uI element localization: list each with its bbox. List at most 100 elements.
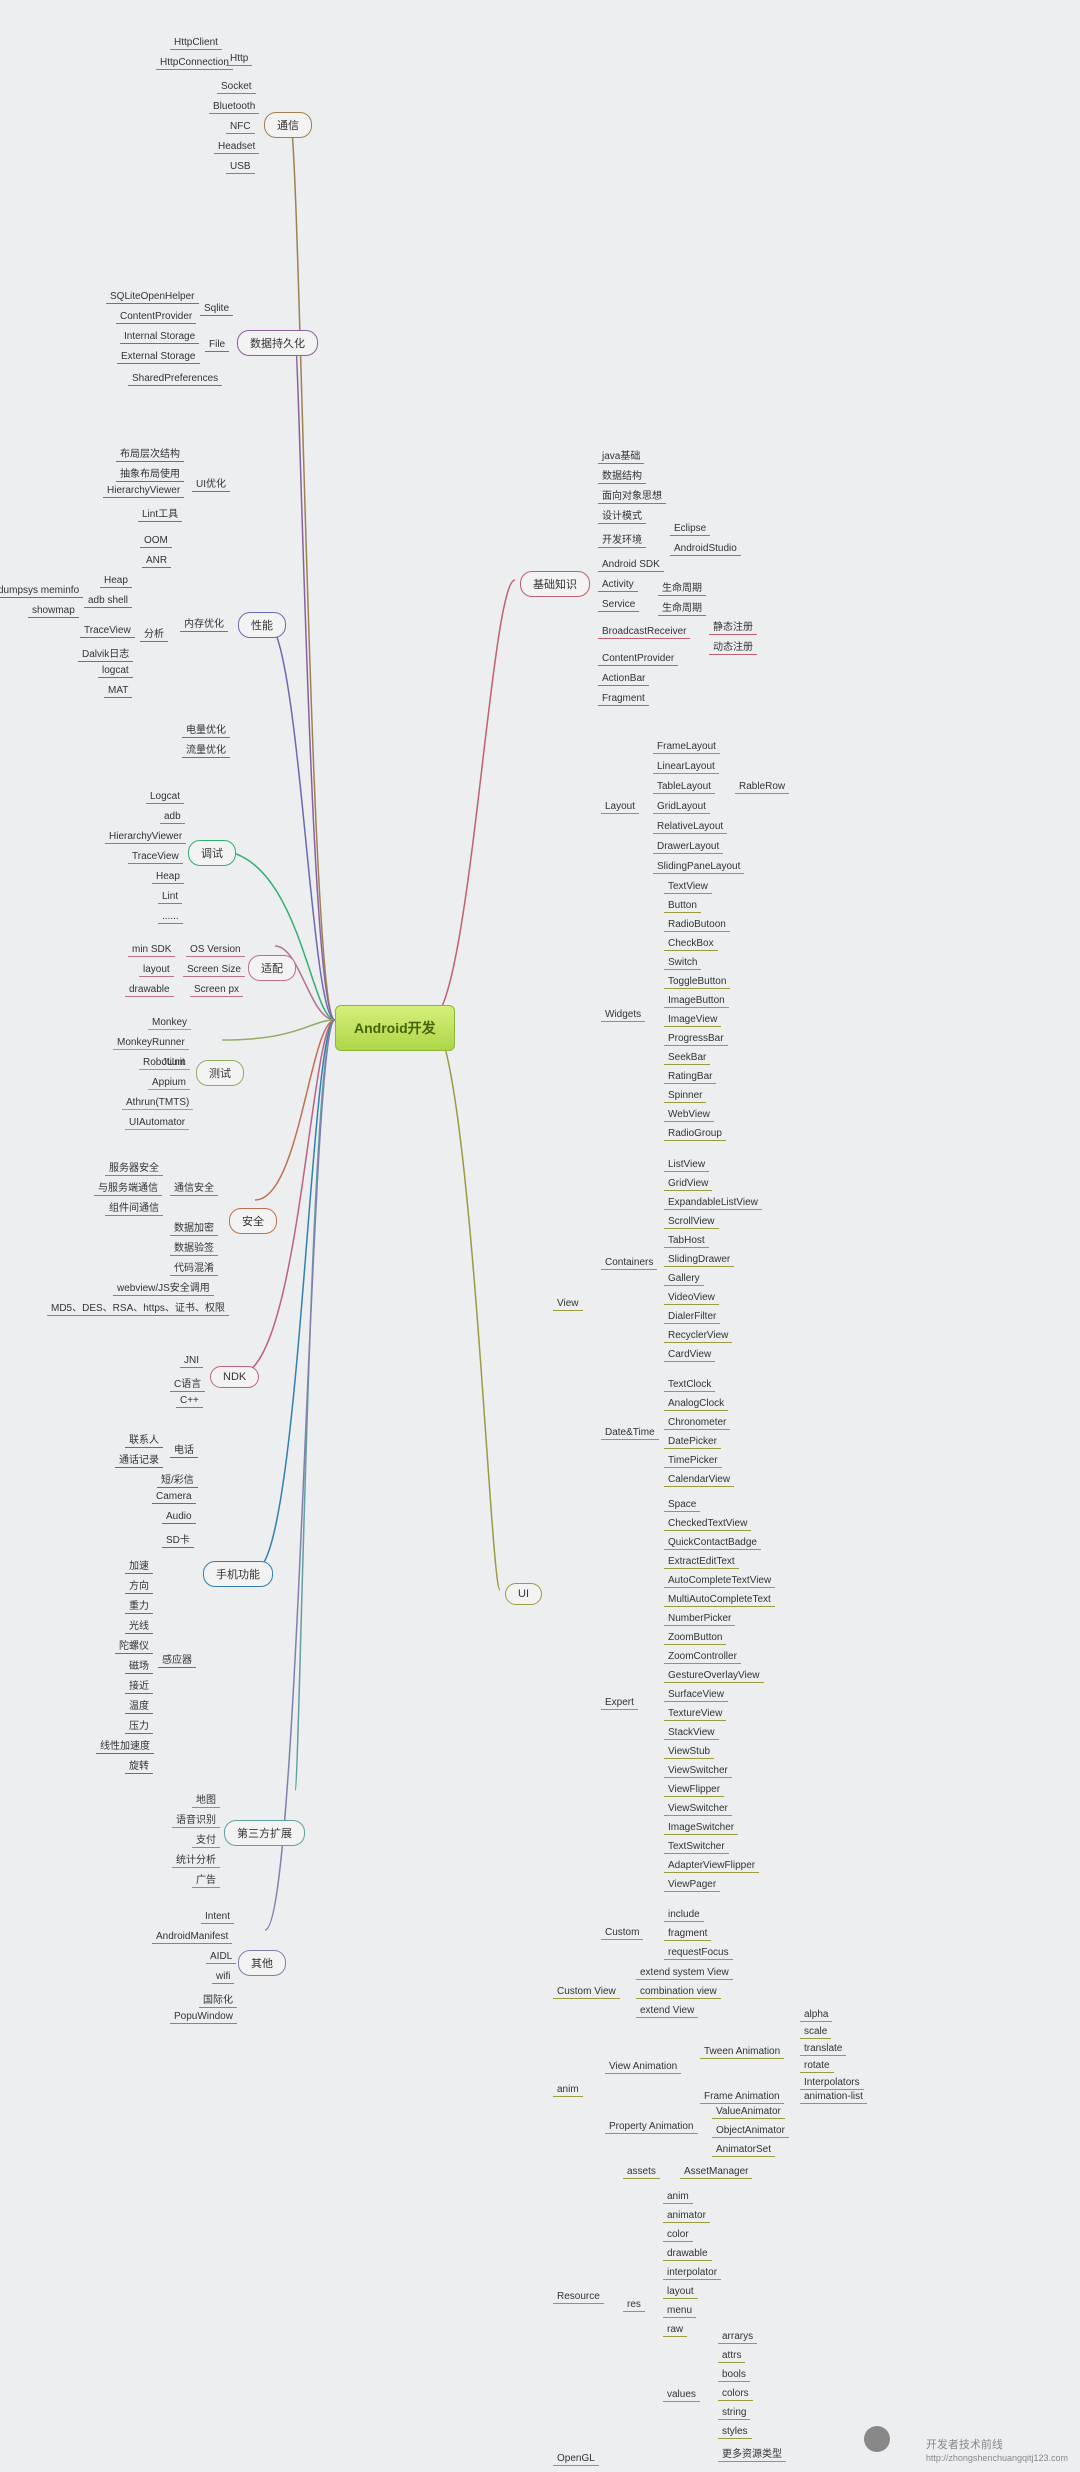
node-layout[interactable]: layout xyxy=(139,963,174,977)
node-fragment-b[interactable]: Fragment xyxy=(598,692,649,706)
node-lifecycle1[interactable]: 生命周期 xyxy=(658,578,706,596)
node-加速[interactable]: 加速 xyxy=(125,1556,153,1574)
node-intent[interactable]: Intent xyxy=(201,1910,234,1924)
node-datetime[interactable]: Date&Time xyxy=(601,1426,659,1440)
branch-通信[interactable]: 通信 xyxy=(264,112,312,138)
node-感应器[interactable]: 感应器 xyxy=(158,1650,196,1668)
node-cpp[interactable]: C++ xyxy=(176,1394,203,1408)
node-lint工具[interactable]: Lint工具 xyxy=(138,504,182,522)
node-custom[interactable]: Custom xyxy=(601,1926,643,1940)
node-externalstorage[interactable]: External Storage xyxy=(117,350,200,364)
node-java基础[interactable]: java基础 xyxy=(598,446,644,464)
node-httpclient[interactable]: HttpClient xyxy=(170,36,222,50)
node-color[interactable]: color xyxy=(663,2228,693,2242)
node-headset[interactable]: Headset xyxy=(214,140,259,154)
node-抽象布局[interactable]: 抽象布局使用 xyxy=(116,464,184,482)
node-线性加速度[interactable]: 线性加速度 xyxy=(96,1736,154,1754)
branch-ui[interactable]: UI xyxy=(505,1583,542,1605)
node-SurfaceView[interactable]: SurfaceView xyxy=(664,1688,728,1702)
node-monkey[interactable]: Monkey xyxy=(148,1016,191,1030)
root-node[interactable]: Android开发 xyxy=(335,1005,455,1051)
node-file[interactable]: File xyxy=(205,338,229,352)
node-eclipse[interactable]: Eclipse xyxy=(670,522,710,536)
node-opengl[interactable]: OpenGL xyxy=(553,2452,599,2466)
node-string[interactable]: string xyxy=(718,2406,750,2420)
node-nfc[interactable]: NFC xyxy=(226,120,255,134)
node-ViewSwitcher[interactable]: ViewSwitcher xyxy=(664,1764,732,1778)
node-scale[interactable]: scale xyxy=(800,2025,831,2039)
node-d-more[interactable]: ...... xyxy=(158,910,183,924)
branch-数据持久化[interactable]: 数据持久化 xyxy=(237,330,318,356)
node-QuickContactBadge[interactable]: QuickContactBadge xyxy=(664,1536,761,1550)
node-rotate[interactable]: rotate xyxy=(800,2059,834,2073)
node-服务器安全[interactable]: 服务器安全 xyxy=(105,1158,163,1176)
node-popuwindow[interactable]: PopuWindow xyxy=(170,2010,237,2024)
node-光线[interactable]: 光线 xyxy=(125,1616,153,1634)
node-RatingBar[interactable]: RatingBar xyxy=(664,1070,716,1084)
node-widgets[interactable]: Widgets xyxy=(601,1008,645,1022)
node-Spinner[interactable]: Spinner xyxy=(664,1089,706,1103)
node-jni[interactable]: JNI xyxy=(180,1354,203,1368)
branch-适配[interactable]: 适配 xyxy=(248,955,296,981)
node-anr[interactable]: ANR xyxy=(142,554,171,568)
node-重力[interactable]: 重力 xyxy=(125,1596,153,1614)
node-AnimatorSet[interactable]: AnimatorSet xyxy=(712,2143,775,2157)
node-Button[interactable]: Button xyxy=(664,899,701,913)
node-地图[interactable]: 地图 xyxy=(192,1790,220,1808)
node-AnalogClock[interactable]: AnalogClock xyxy=(664,1397,728,1411)
node-CheckedTextView[interactable]: CheckedTextView xyxy=(664,1517,751,1531)
node-lifecycle2[interactable]: 生命周期 xyxy=(658,598,706,616)
node-androidsdk[interactable]: Android SDK xyxy=(598,558,664,572)
node-logcat[interactable]: logcat xyxy=(98,664,133,678)
node-CalendarView[interactable]: CalendarView xyxy=(664,1473,734,1487)
node-陀螺仪[interactable]: 陀螺仪 xyxy=(115,1636,153,1654)
node-通信安全[interactable]: 通信安全 xyxy=(170,1178,218,1196)
node-DialerFilter[interactable]: DialerFilter xyxy=(664,1310,720,1324)
node-DatePicker[interactable]: DatePicker xyxy=(664,1435,721,1449)
branch-测试[interactable]: 测试 xyxy=(196,1060,244,1086)
node-raw[interactable]: raw xyxy=(663,2323,687,2337)
node-静态注册[interactable]: 静态注册 xyxy=(709,617,757,635)
node-ViewFlipper[interactable]: ViewFlipper xyxy=(664,1783,724,1797)
node-电量优化[interactable]: 电量优化 xyxy=(182,720,230,738)
node-ScrollView[interactable]: ScrollView xyxy=(664,1215,719,1229)
node-TextureView[interactable]: TextureView xyxy=(664,1707,726,1721)
node-磁场[interactable]: 磁场 xyxy=(125,1656,153,1674)
node-manifest[interactable]: AndroidManifest xyxy=(152,1930,232,1944)
node-traceview-p[interactable]: TraceView xyxy=(80,624,135,638)
node-布局层次[interactable]: 布局层次结构 xyxy=(116,444,184,462)
node-国际化[interactable]: 国际化 xyxy=(199,1990,237,2008)
node-代码混淆[interactable]: 代码混淆 xyxy=(170,1258,218,1276)
node-assetmanager[interactable]: AssetManager xyxy=(680,2165,752,2179)
node-TextView[interactable]: TextView xyxy=(664,880,712,894)
node-oom[interactable]: OOM xyxy=(140,534,172,548)
node-tablelayout[interactable]: TableLayout xyxy=(653,780,715,794)
node-统计分析[interactable]: 统计分析 xyxy=(172,1850,220,1868)
node-frameanimation[interactable]: Frame Animation xyxy=(700,2090,784,2104)
node-ZoomButton[interactable]: ZoomButton xyxy=(664,1631,726,1645)
node-wifi[interactable]: wifi xyxy=(212,1970,234,1984)
node-Space[interactable]: Space xyxy=(664,1498,700,1512)
node-CheckBox[interactable]: CheckBox xyxy=(664,937,718,951)
node-dumpsys[interactable]: dumpsys meminfo xyxy=(0,584,83,598)
node-Switch[interactable]: Switch xyxy=(664,956,701,970)
node-d-lint[interactable]: Lint xyxy=(158,890,182,904)
node-rablerow[interactable]: RableRow xyxy=(735,780,789,794)
node-gridlayout[interactable]: GridLayout xyxy=(653,800,710,814)
node-TextClock[interactable]: TextClock xyxy=(664,1378,715,1392)
node-SlidingDrawer[interactable]: SlidingDrawer xyxy=(664,1253,734,1267)
node-d-hv[interactable]: HierarchyViewer xyxy=(105,830,186,844)
node-aidl[interactable]: AIDL xyxy=(206,1950,236,1964)
node-ToggleButton[interactable]: ToggleButton xyxy=(664,975,730,989)
node-bools[interactable]: bools xyxy=(718,2368,750,2382)
node-ExpandableListView[interactable]: ExpandableListView xyxy=(664,1196,762,1210)
node-CardView[interactable]: CardView xyxy=(664,1348,715,1362)
node-ZoomController[interactable]: ZoomController xyxy=(664,1650,741,1664)
node-d-logcat[interactable]: Logcat xyxy=(146,790,184,804)
node-RadioGroup[interactable]: RadioGroup xyxy=(664,1127,726,1141)
node-socket[interactable]: Socket xyxy=(217,80,256,94)
node-TimePicker[interactable]: TimePicker xyxy=(664,1454,722,1468)
node-StackView[interactable]: StackView xyxy=(664,1726,719,1740)
node-dalvik[interactable]: Dalvik日志 xyxy=(78,644,133,662)
node-interpolator[interactable]: interpolator xyxy=(663,2266,721,2280)
